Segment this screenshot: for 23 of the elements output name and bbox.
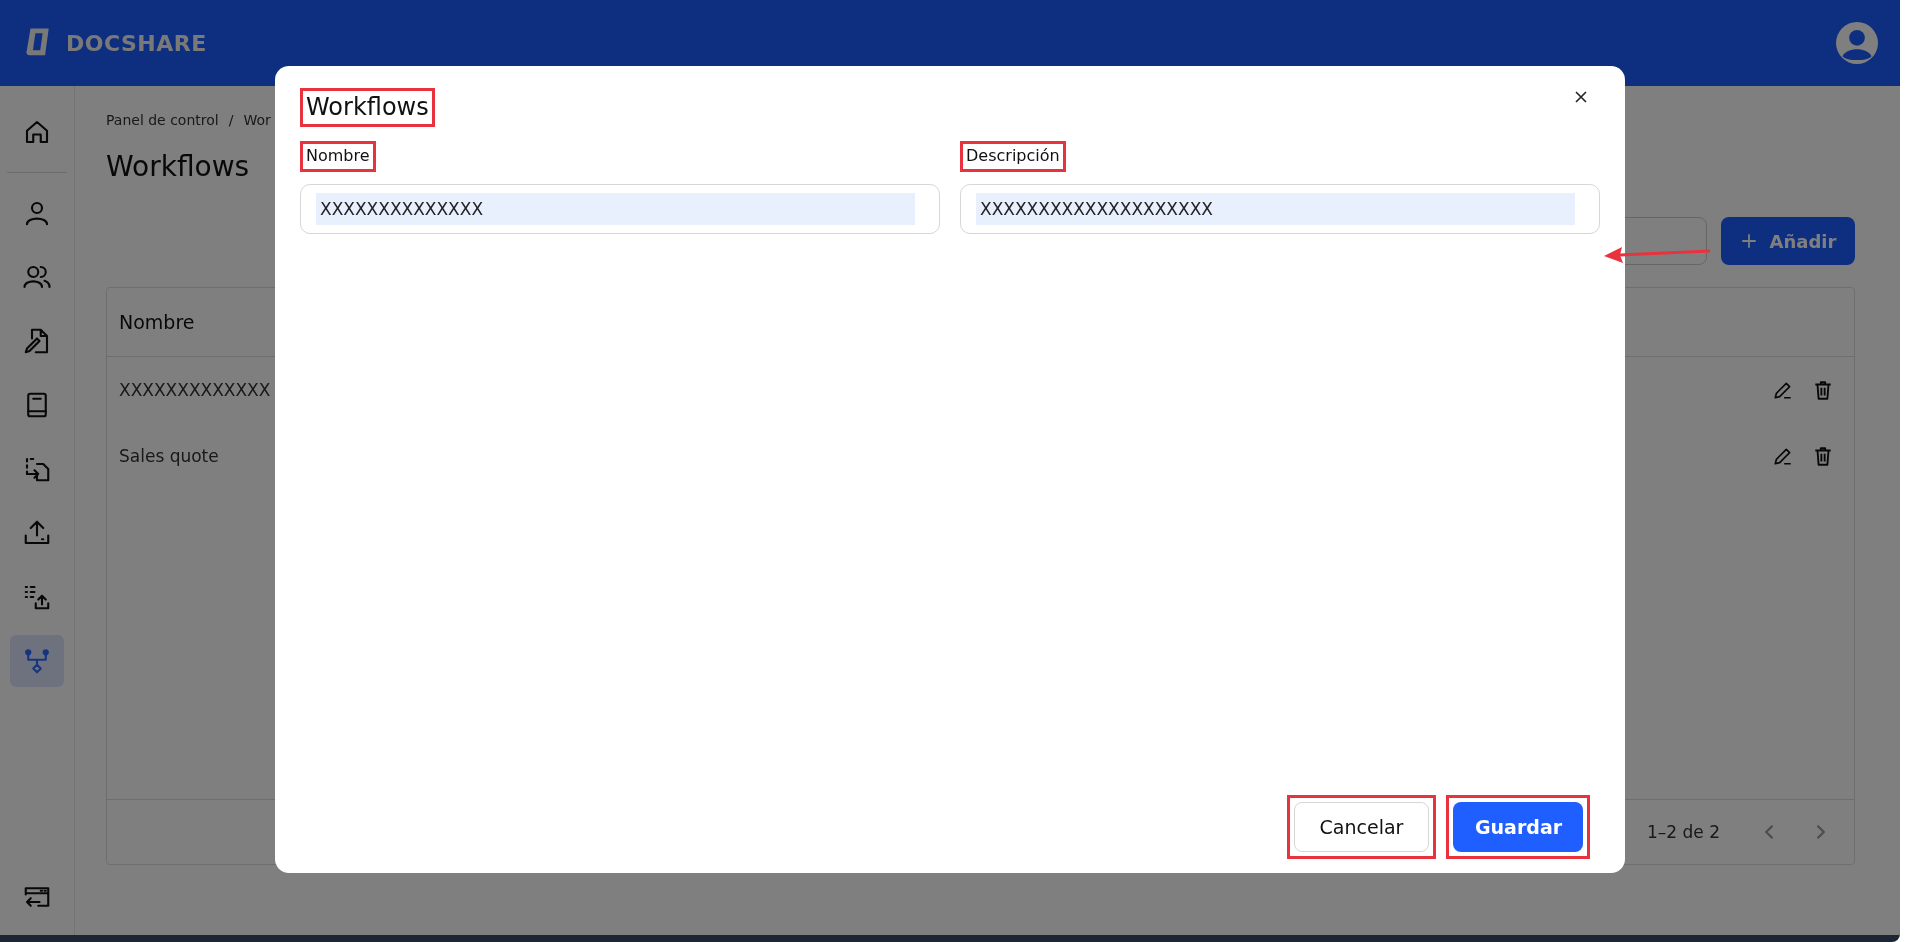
table-cell: Sales quote	[119, 446, 219, 466]
field-label: Nombre	[300, 141, 376, 172]
breadcrumb-link[interactable]: Panel de control	[106, 112, 219, 128]
field-label: Descripción	[960, 141, 1066, 172]
user-avatar-icon[interactable]	[1836, 22, 1878, 64]
cancel-button[interactable]: Cancelar	[1294, 802, 1429, 852]
delete-icon[interactable]	[1812, 379, 1834, 401]
workflow-icon	[22, 646, 52, 676]
save-button[interactable]: Guardar	[1453, 802, 1583, 852]
pagination-range: 1–2 de 2	[1647, 822, 1720, 842]
table-cell: XXXXXXXXXXXXX	[119, 380, 271, 400]
close-icon[interactable]	[1574, 90, 1588, 104]
page-title: Workflows	[106, 150, 250, 183]
plus-icon	[1739, 232, 1758, 250]
breadcrumb-separator: /	[228, 112, 234, 128]
brand-name: DOCSHARE	[66, 30, 207, 56]
add-button[interactable]: Añadir	[1721, 217, 1855, 265]
dialog-title: Workflows	[300, 88, 435, 128]
column-header: Nombre	[119, 311, 195, 333]
input-field[interactable]: XXXXXXXXXXXXXX	[300, 183, 940, 234]
breadcrumb-link[interactable]: Wor	[243, 112, 271, 128]
delete-icon[interactable]	[1812, 445, 1834, 467]
input-field[interactable]: XXXXXXXXXXXXXXXXXXXX	[960, 183, 1600, 234]
